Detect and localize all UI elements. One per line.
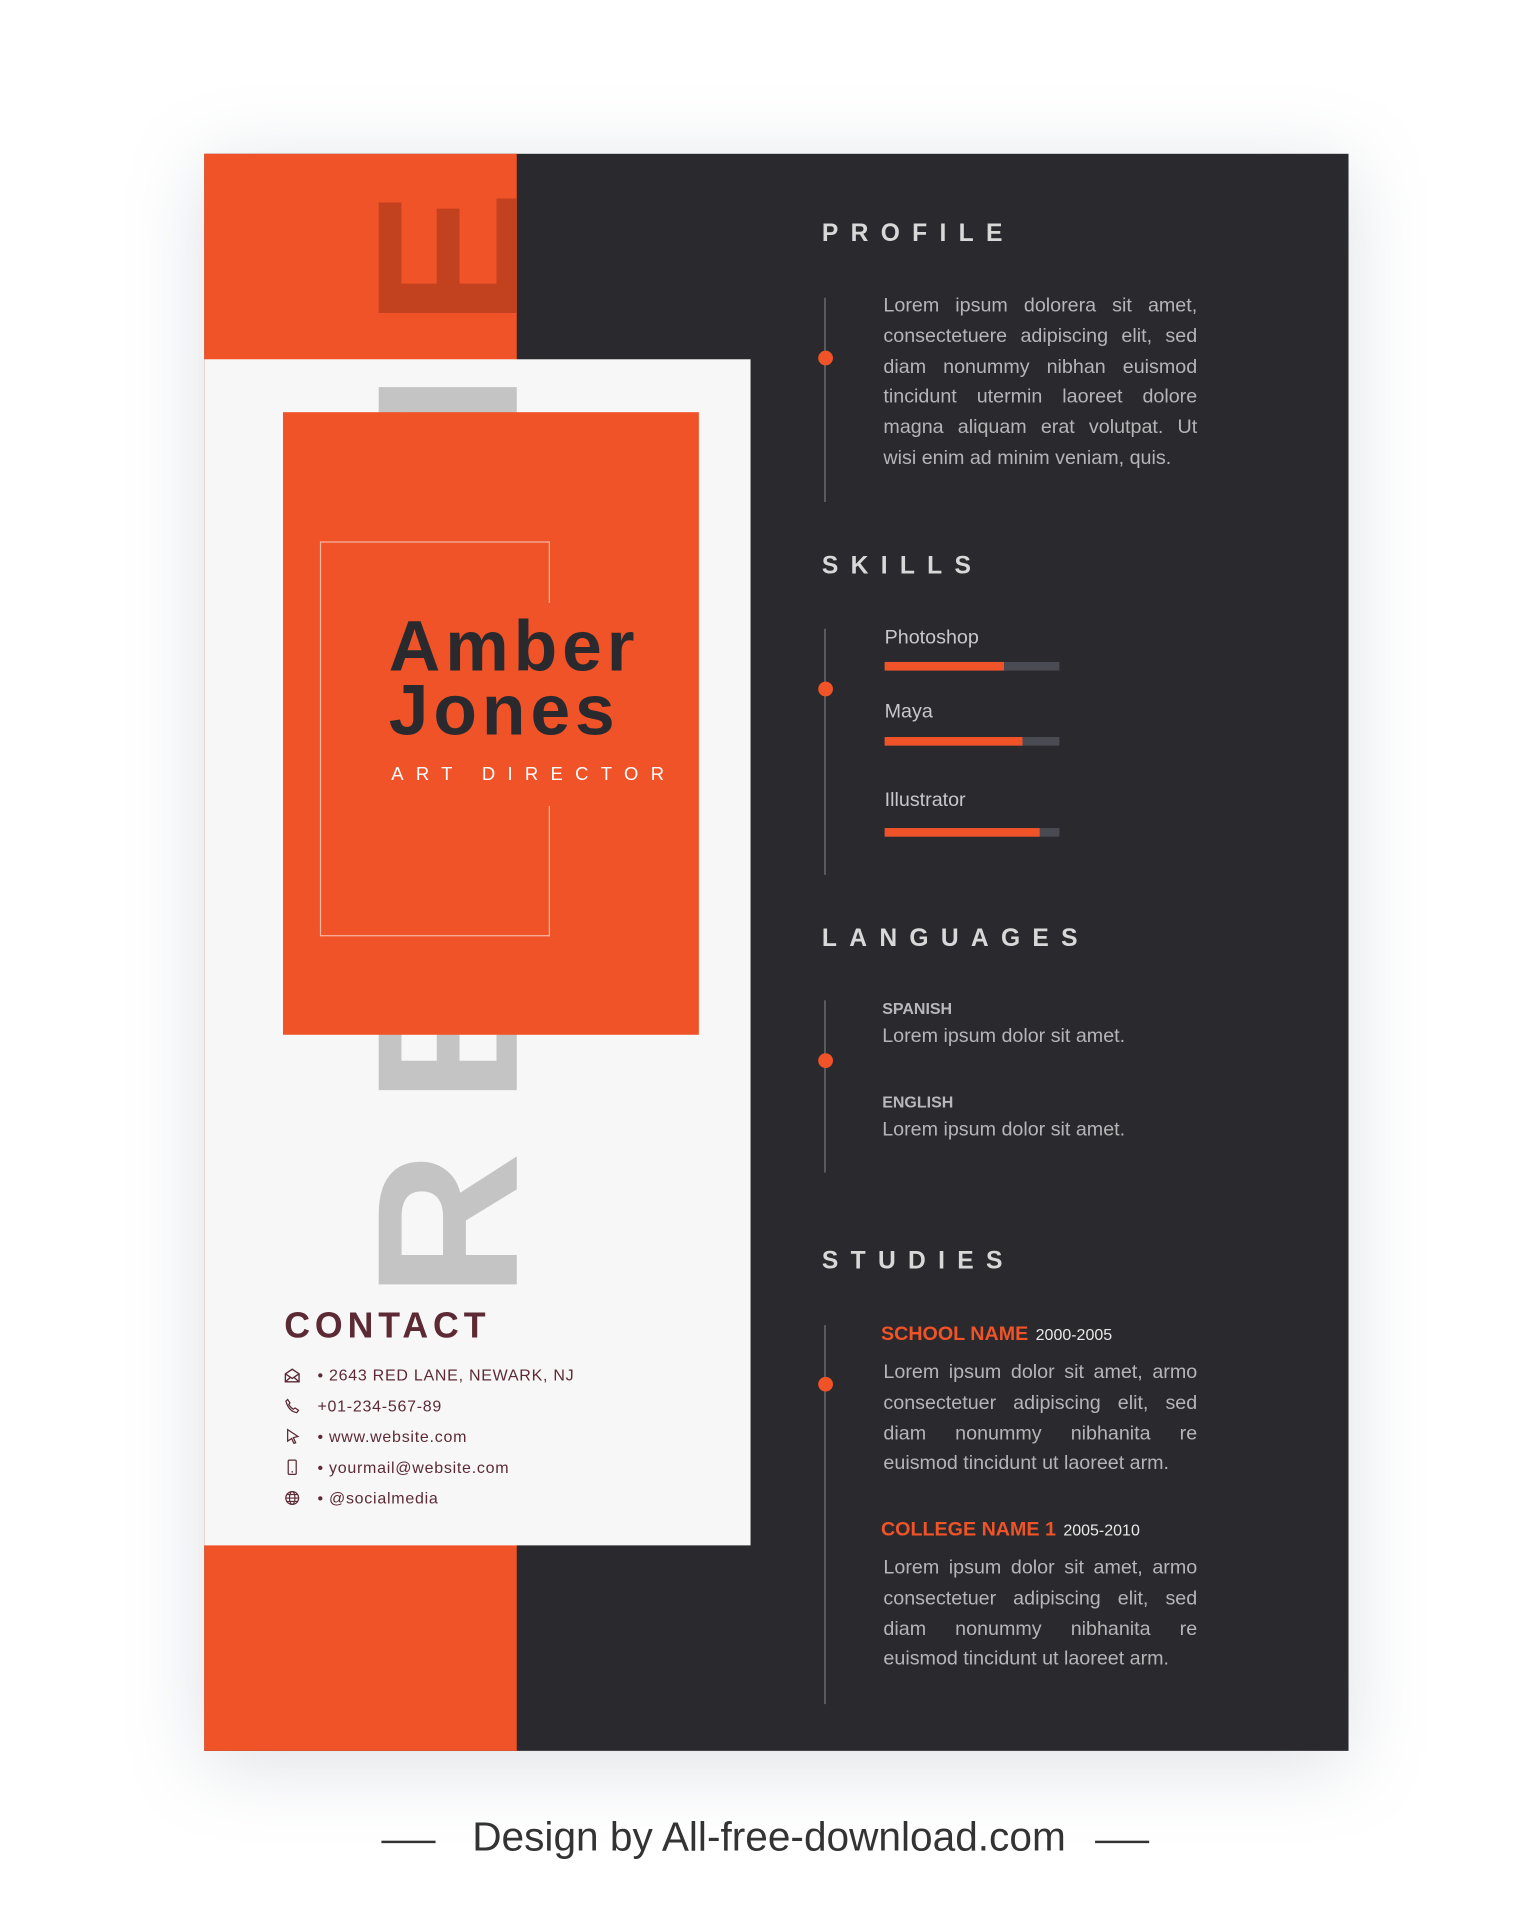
school-text: Lorem ipsum dolor sit amet, armo consect…: [883, 1362, 1198, 1475]
envelope-icon: [284, 1368, 300, 1383]
mobile-icon: [287, 1459, 297, 1475]
skill-bar-fill: [884, 737, 1023, 746]
school-name: COLLEGE NAME 1 2005-2010: [880, 1519, 1140, 1541]
language-name: ENGLISH: [882, 1092, 954, 1112]
timeline-line: [824, 297, 826, 503]
timeline-dot: [818, 1053, 833, 1068]
footer-line: [1095, 1840, 1150, 1844]
language-text: Lorem ipsum dolor sit amet.: [882, 1026, 1126, 1048]
contact-heading: CONTACT: [284, 1306, 491, 1347]
school-name: SCHOOL NAME 2000-2005: [880, 1323, 1113, 1345]
language-name: SPANISH: [882, 999, 953, 1018]
skill-name: Maya: [884, 701, 933, 723]
skill-bar: [884, 737, 1060, 746]
skill-bar: [884, 661, 1060, 671]
skill-name: Illustrator: [884, 789, 966, 811]
footer-credit: Design by All-free-download.com: [472, 1813, 1066, 1860]
contact-social: • @socialmedia: [284, 1489, 438, 1507]
watermark-text: RESUME: [336, 154, 517, 359]
language-text: Lorem ipsum dolor sit amet.: [882, 1119, 1126, 1141]
contact-address: • 2643 RED LANE, NEWARK, NJ: [284, 1366, 574, 1384]
profile-text: Lorem ipsum dolorera sit amet, consectet…: [883, 295, 1198, 469]
school-years: 2005-2010: [1063, 1520, 1140, 1540]
school-years: 2000-2005: [1035, 1325, 1113, 1344]
skill-bar-fill: [884, 661, 1004, 671]
job-title: ART DIRECTOR: [391, 764, 677, 785]
contact-website: • www.website.com: [284, 1427, 467, 1446]
contact-phone: +01-234-567-89: [284, 1397, 442, 1415]
skill-name: Photoshop: [884, 627, 979, 649]
timeline-line: [824, 1000, 826, 1173]
profile-heading: PROFILE: [821, 220, 1015, 248]
globe-icon: [285, 1490, 300, 1506]
timeline-dot: [818, 681, 833, 697]
timeline-dot: [818, 1376, 833, 1392]
frame-outline: [548, 541, 550, 603]
skill-bar-fill: [884, 828, 1041, 837]
skills-heading: SKILLS: [821, 552, 984, 580]
studies-heading: STUDIES: [821, 1247, 1015, 1275]
watermark-top: RESUME: [204, 154, 517, 359]
last-name: Jones: [388, 670, 620, 751]
person-name: Amber Jones: [388, 611, 640, 751]
timeline-line: [824, 628, 826, 875]
school-text: Lorem ipsum dolor sit amet, armo consect…: [883, 1557, 1198, 1671]
contact-email: • yourmail@website.com: [284, 1458, 509, 1476]
frame-outline: [548, 805, 550, 937]
cursor-icon: [287, 1428, 300, 1445]
phone-icon: [285, 1398, 300, 1414]
skill-bar: [884, 828, 1060, 837]
languages-heading: LANGUAGES: [821, 925, 1090, 953]
timeline-dot: [818, 350, 833, 366]
